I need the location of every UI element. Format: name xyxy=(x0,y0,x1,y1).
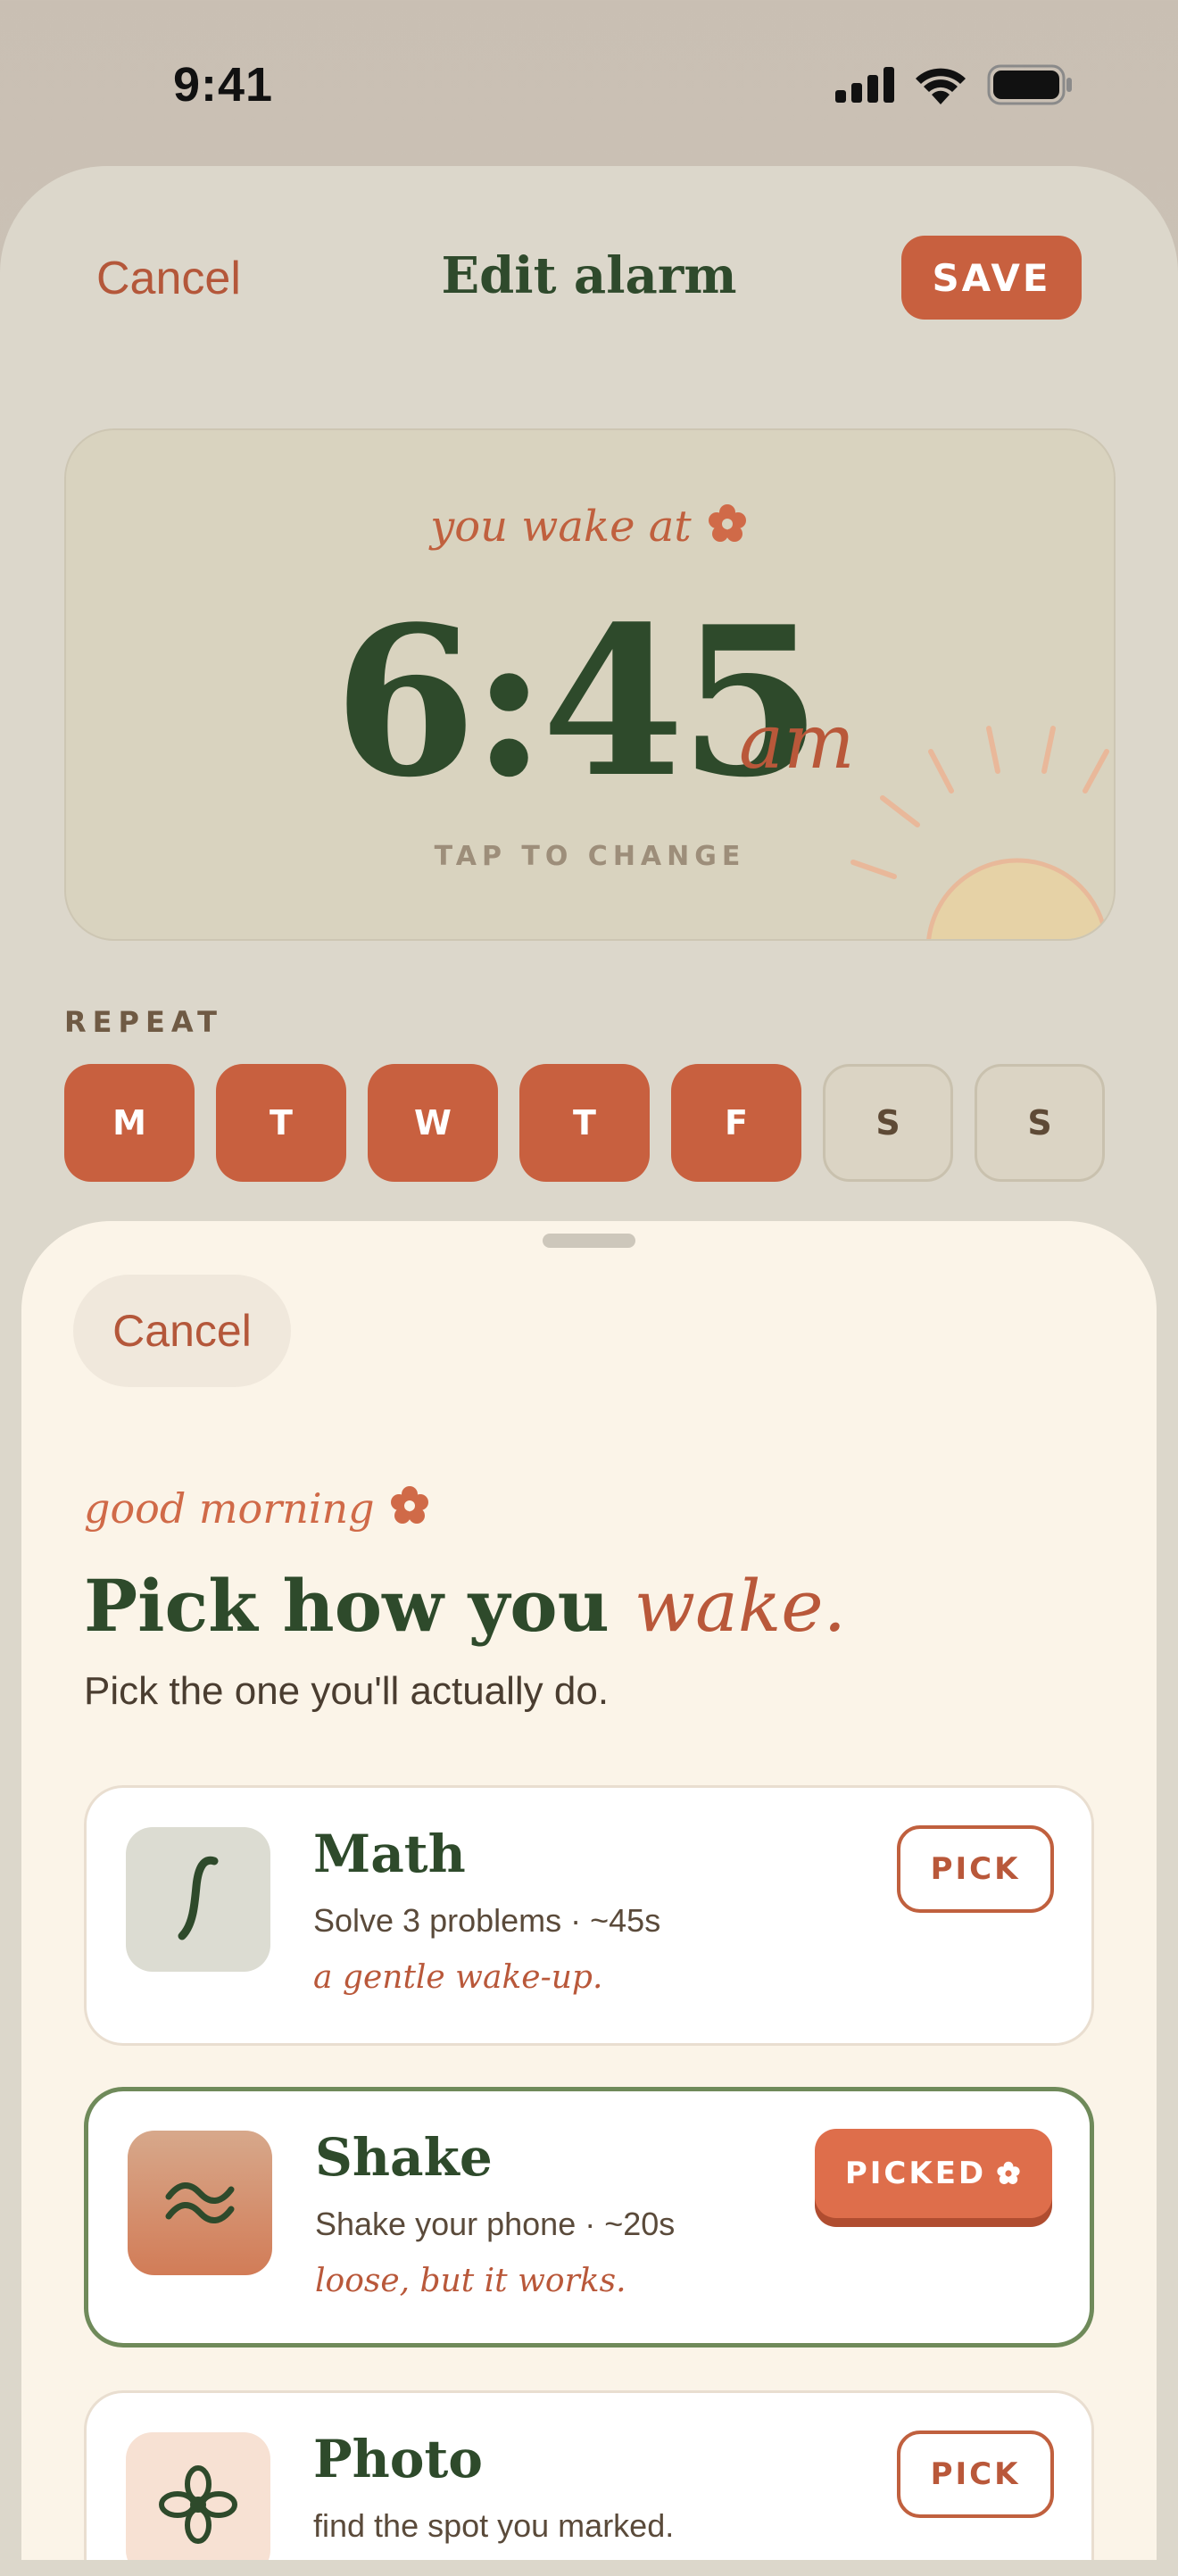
wake-option-shake[interactable]: Shake Shake your phone · ~20s loose, but… xyxy=(84,2087,1094,2347)
alarm-time-card[interactable]: you wake at 6:45 am TAP TO CHANGE xyxy=(64,428,1116,941)
status-icons xyxy=(835,64,1073,105)
wifi-icon xyxy=(916,68,966,104)
option-description: Shake your phone · ~20s xyxy=(315,2206,676,2242)
integral-icon xyxy=(126,1827,270,1972)
wake-method-sheet: Cancel good morning Pick how you wake. P… xyxy=(21,1221,1157,2560)
option-title: Math xyxy=(313,1824,466,1884)
picked-shake-button[interactable]: PICKED xyxy=(815,2129,1052,2218)
cellular-signal-icon xyxy=(835,67,894,103)
status-time: 9:41 xyxy=(173,58,274,112)
tap-to-change-hint: TAP TO CHANGE xyxy=(434,841,746,872)
wake-option-photo[interactable]: Photo find the spot you marked. PICK xyxy=(84,2390,1094,2560)
day-toggle-saturday[interactable]: S xyxy=(823,1064,953,1182)
save-button[interactable]: SAVE xyxy=(901,236,1082,320)
repeat-days: M T W T F S S xyxy=(64,1064,1105,1182)
day-toggle-sunday[interactable]: S xyxy=(975,1064,1105,1182)
flower-icon xyxy=(997,2161,1020,2184)
pick-photo-button[interactable]: PICK xyxy=(897,2431,1054,2518)
wake-label: you wake at xyxy=(66,502,1114,552)
option-description: Solve 3 problems · ~45s xyxy=(313,1902,661,1939)
flower-icon xyxy=(708,504,746,542)
sheet-subtitle: Pick the one you'll actually do. xyxy=(84,1669,610,1713)
wake-option-math[interactable]: Math Solve 3 problems · ~45s a gentle wa… xyxy=(84,1785,1094,2046)
pick-math-button[interactable]: PICK xyxy=(897,1825,1054,1913)
alarm-ampm: am xyxy=(739,698,855,785)
option-note: loose, but it works. xyxy=(315,2263,626,2299)
sheet-cancel-button[interactable]: Cancel xyxy=(73,1275,291,1387)
wave-icon xyxy=(128,2131,272,2275)
repeat-label: REPEAT xyxy=(64,1005,223,1039)
flower-icon xyxy=(391,1486,429,1524)
day-toggle-thursday[interactable]: T xyxy=(519,1064,650,1182)
day-toggle-monday[interactable]: M xyxy=(64,1064,195,1182)
sheet-headline: Pick how you wake. xyxy=(84,1564,847,1648)
battery-icon xyxy=(987,64,1072,105)
flower-icon xyxy=(126,2432,270,2560)
option-title: Shake xyxy=(315,2127,493,2188)
day-toggle-wednesday[interactable]: W xyxy=(368,1064,498,1182)
sheet-grabber[interactable] xyxy=(543,1234,635,1248)
day-toggle-tuesday[interactable]: T xyxy=(216,1064,346,1182)
option-note: a gentle wake-up. xyxy=(313,1959,603,1996)
day-toggle-friday[interactable]: F xyxy=(671,1064,801,1182)
greeting: good morning xyxy=(84,1483,432,1533)
option-description: find the spot you marked. xyxy=(313,2507,675,2544)
option-title: Photo xyxy=(313,2429,483,2489)
